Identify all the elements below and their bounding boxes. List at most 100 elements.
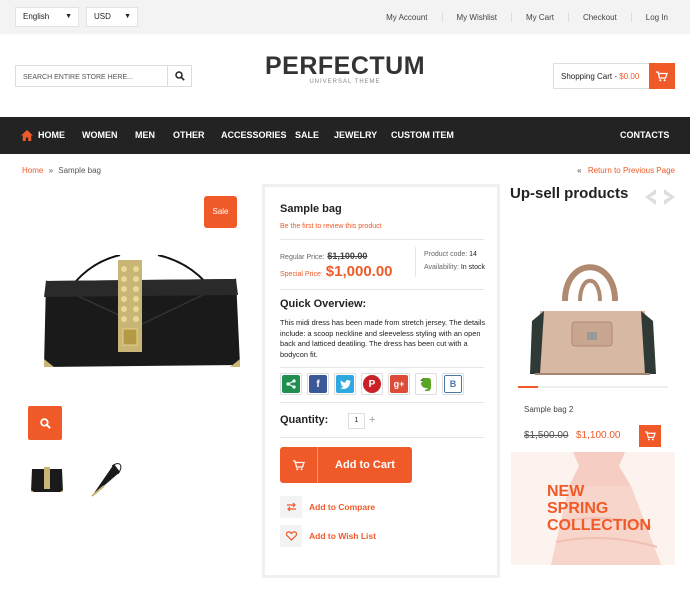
product-thumbnail[interactable] xyxy=(84,458,130,502)
upsell-title: Up-sell products xyxy=(510,185,629,202)
return-link[interactable]: « Return to Previous Page xyxy=(577,166,675,175)
add-to-cart-button[interactable]: Add to Cart xyxy=(280,447,412,483)
chevron-down-icon: ▼ xyxy=(124,13,131,20)
vk-icon: B xyxy=(444,375,462,393)
nav-custom-item[interactable]: CUSTOM ITEM xyxy=(391,117,454,154)
breadcrumb: Home » Sample bag xyxy=(22,166,101,175)
product-name: Sample bag xyxy=(280,203,342,215)
breadcrumb-home[interactable]: Home xyxy=(22,166,43,175)
facebook-share-button[interactable]: f xyxy=(307,373,329,395)
search-icon xyxy=(39,417,51,429)
upsell-product-name[interactable]: Sample bag 2 xyxy=(524,405,573,414)
special-price-value: $1,000.00 xyxy=(325,263,393,280)
availability: Availability: In stock xyxy=(424,264,485,271)
chevron-left-icon[interactable] xyxy=(645,189,656,205)
divider xyxy=(280,437,484,438)
share-icon xyxy=(282,375,300,393)
thumbnail-image xyxy=(31,467,63,492)
google-plus-icon: g+ xyxy=(390,375,408,393)
language-select[interactable]: English ▼ xyxy=(15,7,79,27)
search-button[interactable] xyxy=(167,66,191,86)
divider xyxy=(280,367,484,368)
shopping-cart[interactable]: Shopping Cart - $0.00 xyxy=(553,63,675,89)
my-wishlist-link[interactable]: My Wishlist xyxy=(441,12,511,22)
account-links: My Account My Wishlist My Cart Checkout … xyxy=(372,0,668,34)
login-link[interactable]: Log In xyxy=(630,12,668,22)
product-thumbnail[interactable] xyxy=(24,458,70,502)
cart-button[interactable] xyxy=(649,63,675,89)
special-price: Special Price: $1,000.00 xyxy=(280,263,393,280)
google-plus-share-button[interactable]: g+ xyxy=(388,373,410,395)
nav-women[interactable]: WOMEN xyxy=(82,117,118,154)
nav-jewelry[interactable]: JEWELRY xyxy=(334,117,377,154)
heart-icon xyxy=(280,525,302,547)
banner-line-3: COLLECTION xyxy=(547,517,651,534)
overview-title: Quick Overview: xyxy=(280,298,367,310)
review-link[interactable]: Be the first to review this product xyxy=(280,223,382,230)
spring-collection-banner[interactable]: NEW SPRING COLLECTION xyxy=(511,452,675,565)
chevron-right-icon[interactable] xyxy=(664,189,675,205)
carousel-progress-fill xyxy=(518,386,538,388)
evernote-share-button[interactable] xyxy=(415,373,437,395)
cart-icon xyxy=(644,431,656,441)
main-nav: HOME WOMEN MEN OTHER ACCESSORIES SALE JE… xyxy=(0,117,690,154)
checkout-link[interactable]: Checkout xyxy=(567,12,631,22)
upsell-add-to-cart-button[interactable] xyxy=(639,425,661,447)
social-share-bar: f P g+ B xyxy=(280,373,464,395)
product-code-value: 14 xyxy=(469,251,477,258)
divider xyxy=(280,289,484,290)
pinterest-icon: P xyxy=(363,375,381,393)
divider xyxy=(280,239,484,240)
facebook-icon: f xyxy=(309,375,327,393)
search-input[interactable] xyxy=(16,67,166,88)
evernote-icon xyxy=(417,375,435,393)
upsell-old-price: $1,500.00 xyxy=(524,430,569,441)
thumbnail-image xyxy=(91,463,122,497)
chevron-down-icon: ▼ xyxy=(65,13,72,20)
return-link-label: Return to Previous Page xyxy=(587,166,675,175)
my-account-link[interactable]: My Account xyxy=(372,13,441,22)
nav-sale[interactable]: SALE xyxy=(295,117,319,154)
add-to-cart-label: Add to Cart xyxy=(335,459,395,471)
nav-home-label: HOME xyxy=(38,130,65,140)
sale-badge: Sale xyxy=(204,196,237,228)
carousel-progress xyxy=(518,386,668,388)
availability-value: In stock xyxy=(460,264,485,271)
add-to-wishlist-label: Add to Wish List xyxy=(309,531,376,541)
divider xyxy=(280,402,484,403)
vk-share-button[interactable]: B xyxy=(442,373,464,395)
cart-label: Shopping Cart - $0.00 xyxy=(561,72,640,81)
back-arrow: « xyxy=(577,166,582,175)
search-box xyxy=(15,65,192,88)
share-button[interactable] xyxy=(280,373,302,395)
cart-icon xyxy=(280,447,318,483)
nav-other[interactable]: OTHER xyxy=(173,117,205,154)
regular-price: Regular Price: $1,100.00 xyxy=(280,251,368,261)
twitter-share-button[interactable] xyxy=(334,373,356,395)
logo-title: PERFECTUM xyxy=(264,52,426,80)
zoom-button[interactable] xyxy=(28,406,62,440)
product-main-image[interactable] xyxy=(40,255,242,375)
compare-icon xyxy=(280,496,302,518)
store-logo[interactable]: PERFECTUM UNIVERSAL THEME xyxy=(245,52,445,85)
add-to-wishlist-link[interactable]: Add to Wish List xyxy=(280,525,376,547)
currency-select[interactable]: USD ▼ xyxy=(86,7,138,27)
quantity-increase-button[interactable]: + xyxy=(369,414,375,427)
pinterest-share-button[interactable]: P xyxy=(361,373,383,395)
quantity-label: Quantity: xyxy=(280,414,329,426)
nav-contacts[interactable]: CONTACTS xyxy=(620,117,669,154)
my-cart-link[interactable]: My Cart xyxy=(510,12,568,22)
upsell-new-price: $1,100.00 xyxy=(576,430,621,441)
quantity-input[interactable]: 1 xyxy=(348,413,365,429)
banner-line-2: SPRING xyxy=(547,500,609,517)
upsell-product-image[interactable] xyxy=(510,226,675,398)
nav-accessories[interactable]: ACCESSORIES xyxy=(221,117,287,154)
nav-home[interactable]: HOME xyxy=(21,117,65,154)
add-to-compare-label: Add to Compare xyxy=(309,502,376,512)
language-value: English xyxy=(23,12,50,21)
nav-men[interactable]: MEN xyxy=(135,117,155,154)
divider xyxy=(415,247,416,277)
overview-text: This midi dress has been made from stret… xyxy=(280,318,486,359)
cart-icon xyxy=(656,70,668,81)
add-to-compare-link[interactable]: Add to Compare xyxy=(280,496,375,518)
